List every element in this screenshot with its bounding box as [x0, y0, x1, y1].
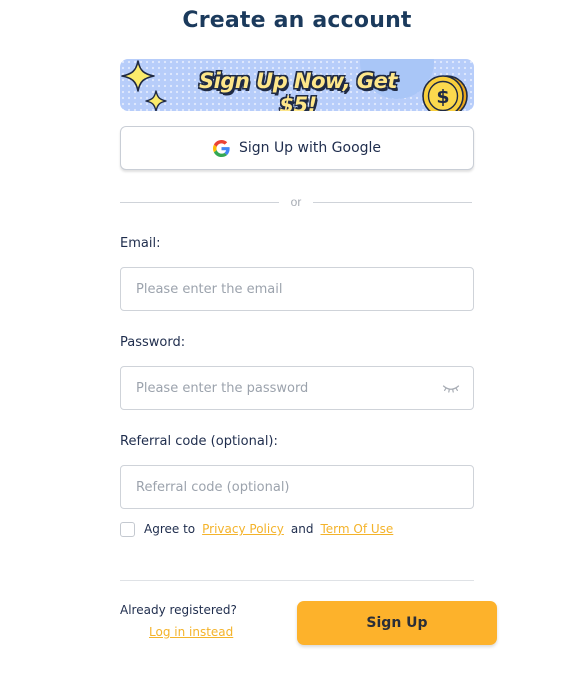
already-registered-text: Already registered? [120, 603, 237, 617]
divider-line-left [120, 202, 279, 203]
svg-text:$: $ [436, 86, 449, 108]
google-g-icon [212, 139, 230, 157]
dollar-coin-icon: $ [422, 75, 468, 111]
sparkle-star-icon [121, 60, 155, 92]
password-label: Password: [120, 335, 186, 350]
divider-line-right [313, 202, 472, 203]
email-label: Email: [120, 236, 161, 251]
signup-button[interactable]: Sign Up [297, 601, 497, 645]
promo-text: Sign Up Now, Get $5! [199, 69, 397, 111]
privacy-policy-link[interactable]: Privacy Policy [202, 522, 284, 536]
login-instead-link[interactable]: Log in instead [149, 625, 233, 639]
agree-checkbox[interactable] [120, 521, 135, 537]
eye-closed-icon[interactable] [442, 381, 460, 395]
google-signup-button[interactable]: Sign Up with Google [120, 126, 474, 170]
password-input[interactable] [120, 366, 474, 410]
divider-or-text: or [290, 195, 302, 209]
promo-banner[interactable]: Sign Up Now, Get $5! $ [120, 59, 474, 111]
email-input[interactable] [120, 267, 474, 311]
google-signup-label: Sign Up with Google [238, 140, 382, 156]
page-title: Create an account [182, 8, 412, 33]
agreement-row: Agree to Privacy Policy and Term Of Use [120, 521, 393, 537]
referral-input[interactable] [120, 465, 474, 509]
agree-and-text: and [290, 522, 314, 536]
footer-divider [120, 580, 474, 581]
sparkle-star-icon [145, 90, 167, 111]
terms-of-use-link[interactable]: Term Of Use [320, 522, 393, 536]
referral-label: Referral code (optional): [120, 434, 278, 449]
agree-prefix-text: Agree to [144, 522, 196, 536]
